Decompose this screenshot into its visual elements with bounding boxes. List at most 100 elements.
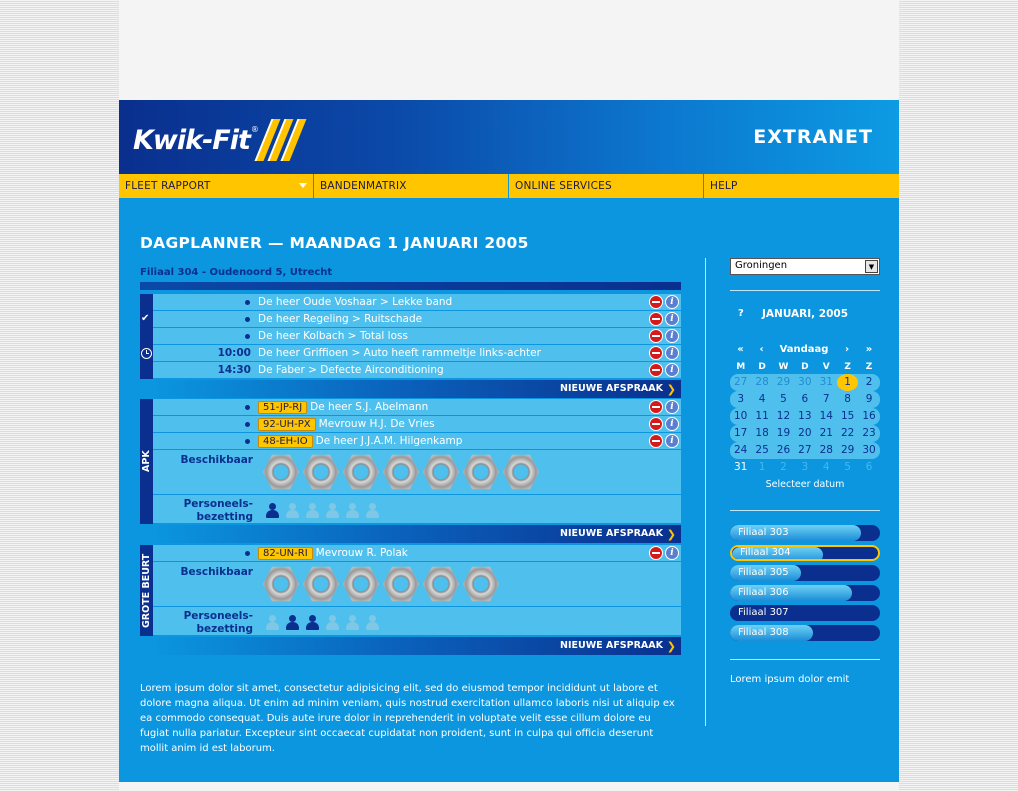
branch-label: Filiaal 305 xyxy=(738,567,789,578)
appointment-row[interactable]: 82-UN-RI Mevrouw R. Polak i xyxy=(153,545,681,562)
branch-item[interactable]: Filiaal 304 xyxy=(730,545,880,561)
person-icon xyxy=(305,615,320,630)
calendar-day[interactable]: 5 xyxy=(837,459,858,476)
calendar-day[interactable]: 30 xyxy=(858,442,879,459)
calendar-day[interactable]: 6 xyxy=(858,459,879,476)
calendar-day[interactable]: 17 xyxy=(730,425,751,442)
next-month-button[interactable]: › xyxy=(836,344,858,355)
calendar-day[interactable]: 22 xyxy=(837,425,858,442)
new-appointment-button[interactable]: NIEUWE AFSPRAAK ❯ xyxy=(153,525,681,543)
appointment-row[interactable]: 14:30 De Faber > Defecte Airconditioning i xyxy=(153,362,681,379)
remove-icon[interactable] xyxy=(649,546,663,560)
new-appointment-button[interactable]: NIEUWE AFSPRAAK ❯ xyxy=(153,380,681,398)
calendar-day[interactable]: 18 xyxy=(751,425,772,442)
branch-item[interactable]: Filiaal 308 xyxy=(730,625,880,641)
calendar-day[interactable]: 15 xyxy=(837,408,858,425)
calendar-day[interactable]: 14 xyxy=(816,408,837,425)
new-appointment-button[interactable]: NIEUWE AFSPRAAK ❯ xyxy=(153,637,681,655)
info-icon[interactable]: i xyxy=(665,363,679,377)
info-icon[interactable]: i xyxy=(665,434,679,448)
calendar-day[interactable]: 29 xyxy=(837,442,858,459)
calendar-day[interactable]: 27 xyxy=(794,442,815,459)
info-icon[interactable]: i xyxy=(665,312,679,326)
calendar-week: 10 11 12 13 14 15 16 xyxy=(730,408,880,425)
calendar-day[interactable]: 23 xyxy=(858,425,879,442)
branch-item[interactable]: Filiaal 307 xyxy=(730,605,880,621)
calendar-day[interactable]: 4 xyxy=(816,459,837,476)
prev-year-button[interactable]: « xyxy=(730,344,751,355)
select-date-label: Selecteer datum xyxy=(765,479,845,490)
appointment-row[interactable]: 51-JP-RJ De heer S.J. Abelmann i xyxy=(153,399,681,416)
calendar-day[interactable]: 1 xyxy=(836,374,859,391)
calendar-day[interactable]: 9 xyxy=(858,391,879,408)
remove-icon[interactable] xyxy=(649,329,663,343)
appointment-row[interactable]: 48-EH-IO De heer J.J.A.M. Hilgenkamp i xyxy=(153,433,681,450)
calendar-day[interactable]: 24 xyxy=(730,442,751,459)
remove-icon[interactable] xyxy=(649,346,663,360)
appointment-row[interactable]: 10:00 De heer Griffioen > Auto heeft ramm… xyxy=(153,345,681,362)
calendar-day[interactable]: 20 xyxy=(794,425,815,442)
calendar-day[interactable]: 25 xyxy=(751,442,772,459)
calendar-day[interactable]: 6 xyxy=(794,391,815,408)
calendar-day[interactable]: 31 xyxy=(816,374,837,391)
info-icon[interactable]: i xyxy=(665,546,679,560)
nav-bandenmatrix[interactable]: BANDENMATRIX xyxy=(314,174,509,198)
remove-icon[interactable] xyxy=(649,434,663,448)
branch-item[interactable]: Filiaal 303 xyxy=(730,525,880,541)
appointment-row[interactable]: De heer Kolbach > Total loss i xyxy=(153,328,681,345)
calendar-day[interactable]: 12 xyxy=(773,408,794,425)
nut-icon xyxy=(503,454,539,490)
calendar-day[interactable]: 3 xyxy=(794,459,815,476)
branch-select[interactable]: Groningen ▼ xyxy=(730,258,880,275)
branch-item[interactable]: Filiaal 305 xyxy=(730,565,880,581)
next-year-button[interactable]: » xyxy=(858,344,880,355)
calendar-day[interactable]: 21 xyxy=(816,425,837,442)
info-icon[interactable]: i xyxy=(665,346,679,360)
nav-fleet-rapport[interactable]: FLEET RAPPORT xyxy=(119,174,314,198)
today-button[interactable]: Vandaag xyxy=(772,344,836,355)
calendar-day[interactable]: 2 xyxy=(858,374,879,391)
calendar-day[interactable]: 10 xyxy=(730,408,751,425)
kwik-fit-logo[interactable]: Kwik-Fit ® xyxy=(133,118,307,162)
calendar-day[interactable]: 29 xyxy=(773,374,794,391)
nav-online-services[interactable]: ONLINE SERVICES xyxy=(509,174,704,198)
info-icon[interactable]: i xyxy=(665,329,679,343)
calendar-day[interactable]: 19 xyxy=(773,425,794,442)
calendar-day[interactable]: 27 xyxy=(730,374,751,391)
remove-icon[interactable] xyxy=(649,363,663,377)
calendar-day[interactable]: 3 xyxy=(730,391,751,408)
calendar-day[interactable]: 26 xyxy=(773,442,794,459)
nut-icon xyxy=(463,566,499,602)
branch-item[interactable]: Filiaal 306 xyxy=(730,585,880,601)
calendar-help-button[interactable]: ? xyxy=(738,308,744,319)
calendar-day[interactable]: 30 xyxy=(794,374,815,391)
appointment-row[interactable]: De heer Oude Voshaar > Lekke band i xyxy=(153,294,681,311)
info-icon[interactable]: i xyxy=(665,400,679,414)
remove-icon[interactable] xyxy=(649,312,663,326)
remove-icon[interactable] xyxy=(649,417,663,431)
info-icon[interactable]: i xyxy=(665,417,679,431)
calendar-day[interactable]: 1 xyxy=(751,459,772,476)
calendar-day[interactable]: 8 xyxy=(837,391,858,408)
appointment-row[interactable]: 92-UH-PX Mevrouw H.J. De Vries i xyxy=(153,416,681,433)
calendar-day[interactable]: 28 xyxy=(751,374,772,391)
calendar-day[interactable]: 7 xyxy=(816,391,837,408)
arrow-right-icon: ❯ xyxy=(666,383,676,396)
nav-help[interactable]: HELP xyxy=(704,174,899,198)
prev-month-button[interactable]: ‹ xyxy=(751,344,772,355)
calendar-day[interactable]: 31 xyxy=(730,459,751,476)
calendar-day[interactable]: 11 xyxy=(751,408,772,425)
info-icon[interactable]: i xyxy=(665,295,679,309)
remove-icon[interactable] xyxy=(649,400,663,414)
calendar-day[interactable]: 5 xyxy=(773,391,794,408)
appointment-row[interactable]: De heer Regeling > Ruitschade i xyxy=(153,311,681,328)
weekday-label: W xyxy=(778,362,789,372)
calendar-day[interactable]: 28 xyxy=(816,442,837,459)
license-plate: 48-EH-IO xyxy=(258,435,313,448)
calendar-day[interactable]: 4 xyxy=(751,391,772,408)
calendar-day[interactable]: 13 xyxy=(794,408,815,425)
remove-icon[interactable] xyxy=(649,295,663,309)
calendar-day[interactable]: 2 xyxy=(773,459,794,476)
calendar-day[interactable]: 16 xyxy=(858,408,879,425)
person-icon xyxy=(365,503,380,518)
